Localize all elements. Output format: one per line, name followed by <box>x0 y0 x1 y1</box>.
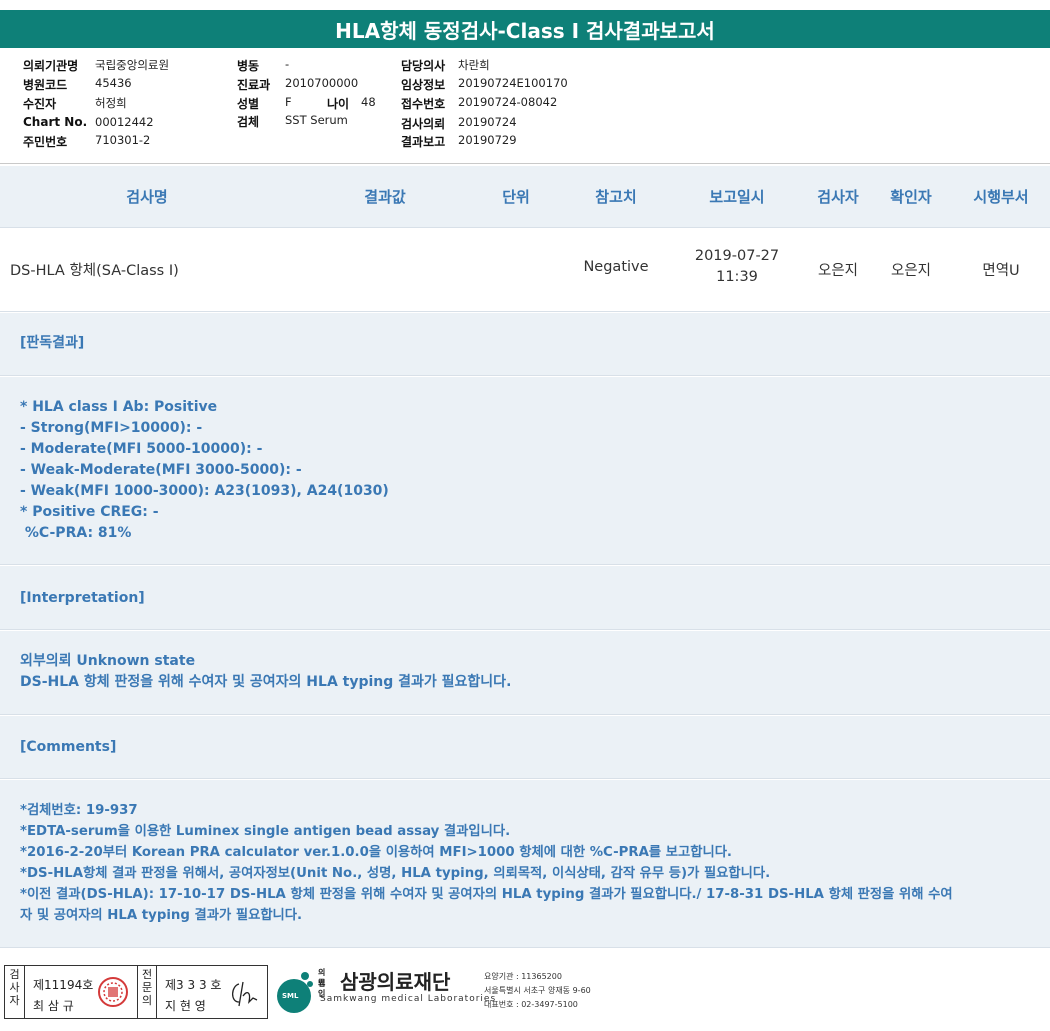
info-label: 수진자 <box>23 97 57 111</box>
comments-title-section: [Comments] <box>0 716 1050 779</box>
comment-line: 자 및 공여자의 HLA typing 결과가 필요합니다. <box>20 908 303 923</box>
judgement-line: - Weak(MFI 1000-3000): A23(1093), A24(10… <box>20 483 389 499</box>
info-value: 차란희 <box>458 58 490 72</box>
judgement-line: - Moderate(MFI 5000-10000): - <box>20 441 263 457</box>
info-value: - <box>285 57 290 71</box>
seal-icon <box>97 976 129 1008</box>
column-header: 참고치 <box>595 188 637 206</box>
info-label: 결과보고 <box>401 135 446 149</box>
column-header: 확인자 <box>890 188 932 206</box>
divider <box>0 163 1050 164</box>
info-label: Chart No. <box>23 115 88 129</box>
info-label: 성별 <box>237 97 260 111</box>
judgement-body: * HLA class I Ab: Positive - Strong(MFI>… <box>0 377 1050 565</box>
info-value: 20190729 <box>458 133 517 147</box>
interpretation-line: 외부의뢰 Unknown state <box>20 653 196 669</box>
confirmer-name: 오은지 <box>890 263 932 279</box>
comment-line: *EDTA-serum을 이용한 Luminex single antigen … <box>20 824 511 839</box>
report-date: 2019-07-27 <box>694 248 780 264</box>
info-value: 20190724 <box>458 115 517 129</box>
info-label: 접수번호 <box>401 97 446 111</box>
info-value: 허정희 <box>95 96 127 110</box>
tester-name: 오은지 <box>817 263 859 279</box>
info-value: 710301-2 <box>95 133 151 147</box>
judgement-line: * HLA class I Ab: Positive <box>20 399 218 415</box>
info-label: 의뢰기관명 <box>23 59 79 73</box>
test-name: DS-HLA 항체(SA-Class I) <box>10 263 179 279</box>
info-label: 주민번호 <box>23 135 68 149</box>
column-header: 보고일시 <box>709 188 765 206</box>
specialist-label: 전문의 <box>137 966 157 1018</box>
info-label: 검체 <box>237 115 260 129</box>
column-header: 검사자 <box>817 188 859 206</box>
specialist-name: 지 현 영 <box>165 999 206 1013</box>
org-name: 삼광의료재단 <box>340 970 451 994</box>
column-header: 단위 <box>502 188 530 206</box>
section-title: [판독결과] <box>20 335 85 351</box>
reference-value: Negative <box>583 259 649 275</box>
column-header: 검사명 <box>126 188 168 206</box>
info-value: 국립중앙의료원 <box>95 58 170 72</box>
table-row: DS-HLA 항체(SA-Class I) Negative 2019-07-2… <box>0 230 1050 312</box>
signature-box: 검사자 제11194호 최 삼 규 전문의 제3 3 3 호 지 현 영 <box>4 965 268 1019</box>
judgement-line: %C-PRA: 81% <box>20 525 132 541</box>
info-value: SST Serum <box>285 113 348 127</box>
judgement-line: - Strong(MFI>10000): - <box>20 420 203 436</box>
info-label: 담당의사 <box>401 59 446 73</box>
judgement-line: - Weak-Moderate(MFI 3000-5000): - <box>20 462 302 478</box>
column-header: 결과값 <box>364 188 406 206</box>
comment-line: *이전 결과(DS-HLA): 17-10-17 DS-HLA 항체 판정을 위… <box>20 887 953 902</box>
tester-label: 검사자 <box>5 966 25 1018</box>
sml-logo-icon: SML <box>273 970 315 1014</box>
comment-line: *DS-HLA항체 결과 판정을 위해서, 공여자정보(Unit No., 성명… <box>20 866 771 881</box>
logo-badge: SML <box>282 992 299 1000</box>
department-name: 면역U <box>982 263 1020 279</box>
info-value: 20190724-08042 <box>458 95 558 109</box>
interpretation-title-section: [Interpretation] <box>0 566 1050 630</box>
info-label: 검사의뢰 <box>401 117 446 131</box>
report-title: HLA항체 동정검사-Class I 검사결과보고서 <box>0 10 1050 48</box>
info-value: 48 <box>361 95 376 109</box>
info-label: 나이 <box>327 97 350 111</box>
info-label: 임상정보 <box>401 78 446 92</box>
judgement-line: * Positive CREG: - <box>20 504 159 520</box>
tester-license: 제11194호 <box>33 978 94 992</box>
judgement-title-section: [판독결과] <box>0 313 1050 376</box>
column-header: 시행부서 <box>973 188 1029 206</box>
info-value: F <box>285 95 292 109</box>
info-label: 병동 <box>237 59 260 73</box>
info-value: 00012442 <box>95 115 154 129</box>
section-title: [Interpretation] <box>20 590 145 606</box>
comment-line: *검체번호: 19-937 <box>20 803 138 818</box>
org-contact: 요양기관 : 11365200 서울특별시 서초구 양재동 9-60 대표번호 … <box>484 970 591 1012</box>
patient-info: 의뢰기관명 국립중앙의료원 병원코드 45436 수진자 허정희 Chart N… <box>0 55 1050 160</box>
interpretation-body: 외부의뢰 Unknown state DS-HLA 항체 판정을 위해 수여자 … <box>0 631 1050 715</box>
org-phone: 대표번호 : 02-3497-5100 <box>484 1000 578 1009</box>
section-title: [Comments] <box>20 739 117 755</box>
org-code: 요양기관 : 11365200 <box>484 972 562 981</box>
report-time: 11:39 <box>716 269 758 285</box>
info-value: 45436 <box>95 76 132 90</box>
interpretation-line: DS-HLA 항체 판정을 위해 수여자 및 공여자의 HLA typing 결… <box>20 674 512 690</box>
info-label: 병원코드 <box>23 78 68 92</box>
specialist-license: 제3 3 3 호 <box>165 978 222 992</box>
comments-body: *검체번호: 19-937 *EDTA-serum을 이용한 Luminex s… <box>0 780 1050 948</box>
signature-icon <box>227 978 261 1008</box>
org-address: 서울특별시 서초구 양재동 9-60 <box>484 986 591 995</box>
table-header: 검사명 결과값 단위 참고치 보고일시 검사자 확인자 시행부서 <box>0 166 1050 228</box>
info-value: 2010700000 <box>285 76 359 90</box>
tester-name: 최 삼 규 <box>33 999 74 1013</box>
org-english-name: Samkwang medical Laboratories <box>320 994 497 1004</box>
info-value: 20190724E100170 <box>458 76 568 90</box>
info-label: 진료과 <box>237 78 271 92</box>
comment-line: *2016-2-20부터 Korean PRA calculator ver.1… <box>20 845 732 860</box>
